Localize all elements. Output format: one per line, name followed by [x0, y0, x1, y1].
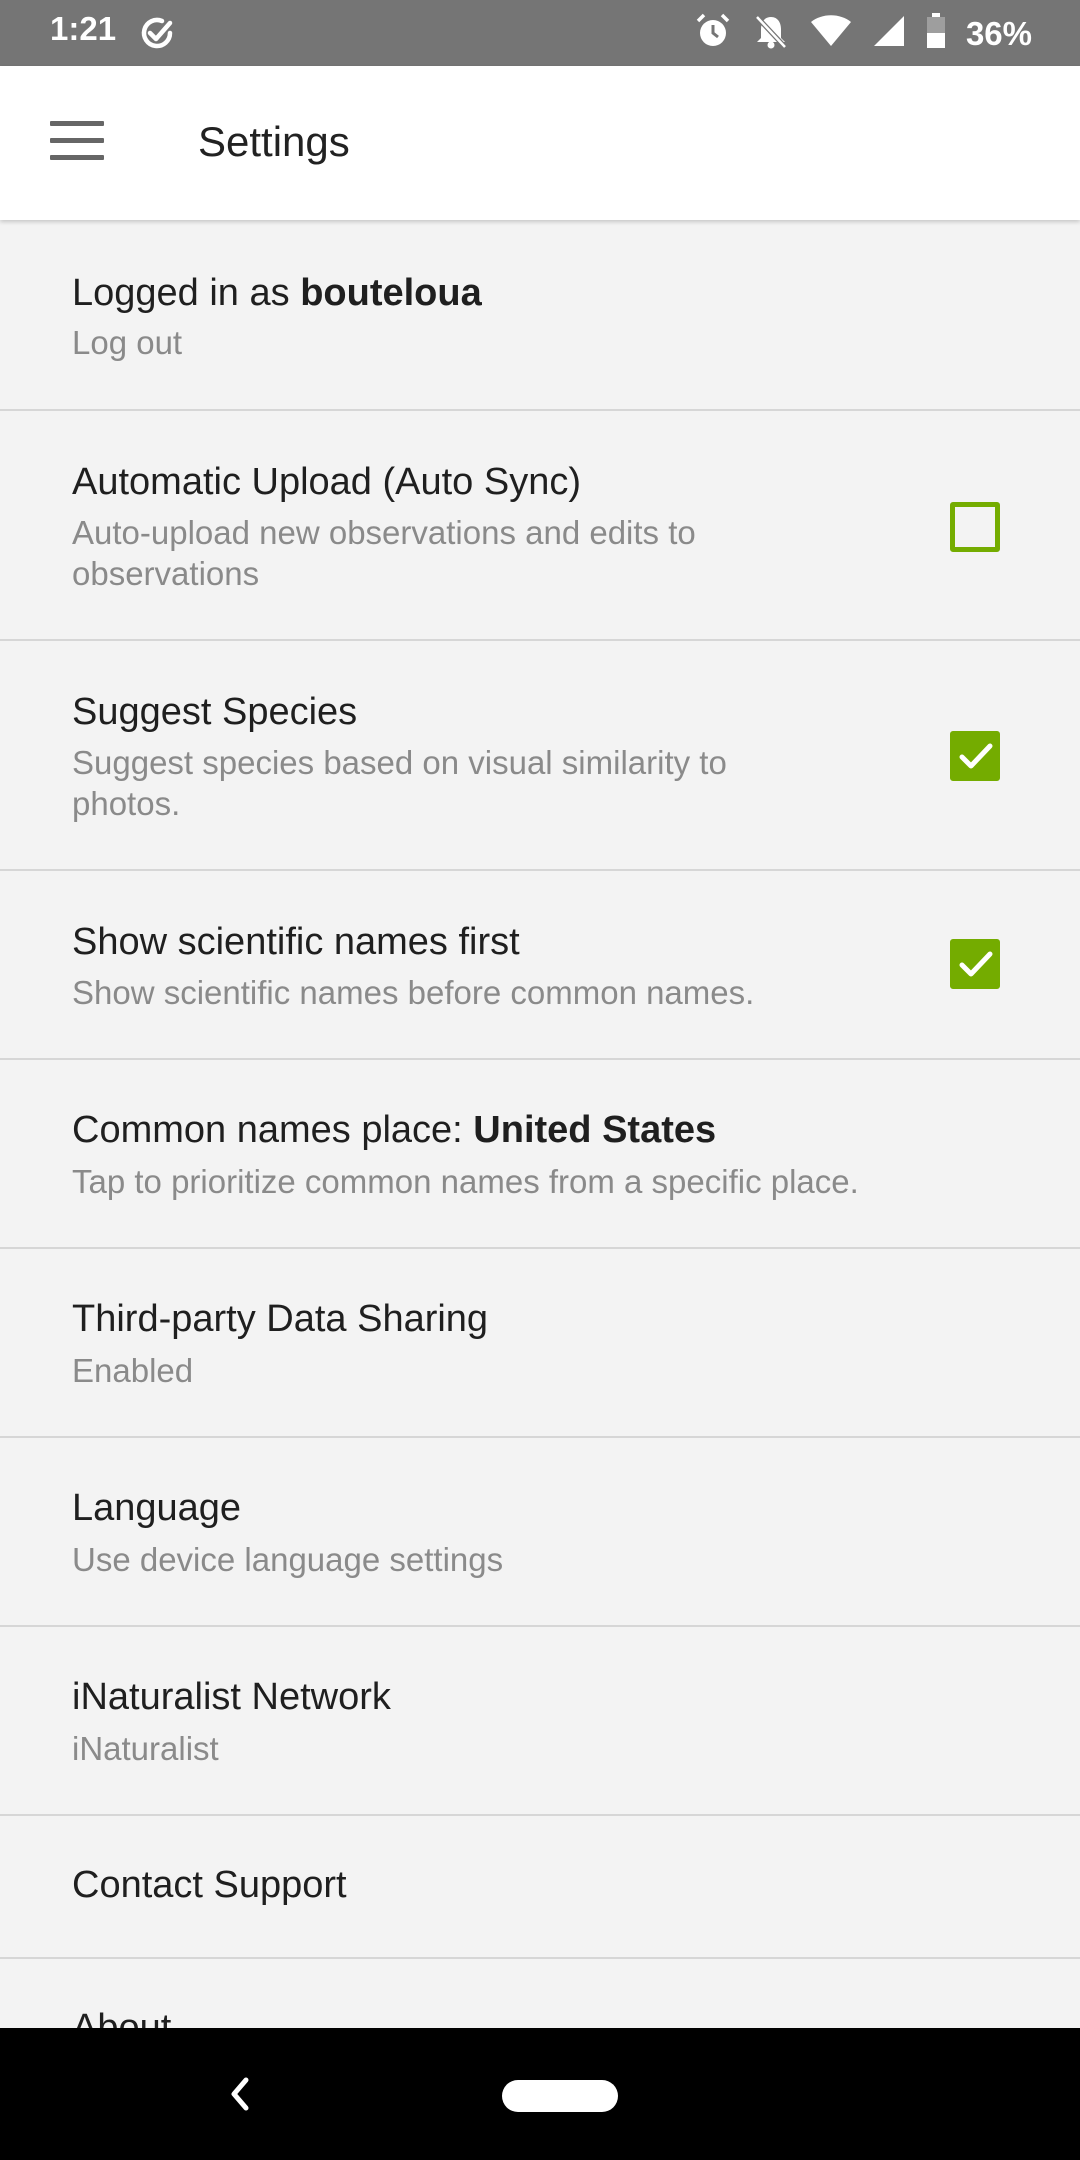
- settings-row-common-names-place[interactable]: Common names place: United States Tap to…: [0, 1060, 1080, 1249]
- status-bar: 1:21 36%: [0, 0, 1080, 66]
- settings-row-login[interactable]: Logged in as bouteloua Log out: [0, 220, 1080, 411]
- data-sharing-title: Third-party Data Sharing: [72, 1298, 489, 1340]
- settings-row-scientific-names[interactable]: Show scientific names first Show scienti…: [0, 871, 1080, 1060]
- scientific-names-title: Show scientific names first: [72, 921, 520, 963]
- wifi-icon: [810, 14, 852, 53]
- suggest-species-checkbox[interactable]: [950, 731, 1000, 781]
- username: bouteloua: [300, 272, 482, 314]
- contact-support-title: Contact Support: [72, 1864, 347, 1906]
- check-circle-icon: [136, 12, 178, 59]
- alarm-icon: [694, 12, 732, 55]
- common-names-place-prefix: Common names place:: [72, 1109, 474, 1151]
- signal-icon: [872, 14, 906, 53]
- status-time: 1:21: [50, 10, 117, 47]
- data-sharing-value: Enabled: [72, 1352, 194, 1389]
- common-names-place-title: Common names place: United States: [72, 1109, 716, 1152]
- battery-icon: [926, 13, 946, 54]
- navigation-bar: [0, 2028, 1080, 2160]
- language-title: Language: [72, 1487, 242, 1529]
- login-prefix: Logged in as: [72, 272, 301, 314]
- auto-upload-description: Auto-upload new observations and edits t…: [72, 512, 852, 594]
- settings-row-suggest-species[interactable]: Suggest Species Suggest species based on…: [0, 641, 1080, 871]
- suggest-species-title: Suggest Species: [72, 691, 358, 733]
- suggest-species-description-line: Suggest species based on visual similari…: [72, 744, 727, 781]
- common-names-place-description: Tap to prioritize common names from a sp…: [72, 1163, 859, 1200]
- suggest-species-description: Suggest species based on visual similari…: [72, 742, 852, 824]
- auto-upload-title: Automatic Upload (Auto Sync): [72, 461, 582, 503]
- settings-row-language[interactable]: Language Use device language settings: [0, 1438, 1080, 1627]
- settings-row-data-sharing[interactable]: Third-party Data Sharing Enabled: [0, 1249, 1080, 1438]
- network-value: iNaturalist: [72, 1730, 219, 1767]
- network-title: iNaturalist Network: [72, 1676, 391, 1718]
- about-title: About: [72, 2007, 172, 2028]
- settings-row-about[interactable]: About: [0, 1959, 1080, 2028]
- suggest-species-description-line: photos.: [72, 785, 181, 822]
- language-value: Use device language settings: [72, 1541, 504, 1578]
- auto-upload-description-line: Auto-upload new observations and edits t…: [72, 514, 696, 551]
- auto-upload-description-line: observations: [72, 555, 260, 592]
- app-bar: Settings: [0, 66, 1080, 220]
- checkmark-icon: [959, 951, 993, 977]
- settings-row-auto-upload[interactable]: Automatic Upload (Auto Sync) Auto-upload…: [0, 411, 1080, 641]
- scientific-names-description: Show scientific names before common name…: [72, 974, 755, 1011]
- scientific-names-checkbox[interactable]: [950, 939, 1000, 989]
- hamburger-icon[interactable]: [50, 121, 104, 165]
- back-icon[interactable]: [222, 2072, 258, 2121]
- checkmark-icon: [959, 743, 993, 769]
- login-status: Logged in as bouteloua: [72, 272, 482, 315]
- common-names-place-value: United States: [473, 1109, 717, 1151]
- home-button[interactable]: [502, 2080, 618, 2112]
- logout-link[interactable]: Log out: [72, 322, 852, 363]
- settings-list[interactable]: Logged in as bouteloua Log out Automatic…: [0, 220, 1080, 2028]
- bell-off-icon: [752, 12, 790, 55]
- settings-row-contact-support[interactable]: Contact Support: [0, 1816, 1080, 1959]
- settings-row-network[interactable]: iNaturalist Network iNaturalist: [0, 1627, 1080, 1816]
- battery-percentage: 36%: [965, 14, 1032, 52]
- auto-upload-checkbox[interactable]: [950, 502, 1000, 552]
- page-title: Settings: [198, 118, 350, 165]
